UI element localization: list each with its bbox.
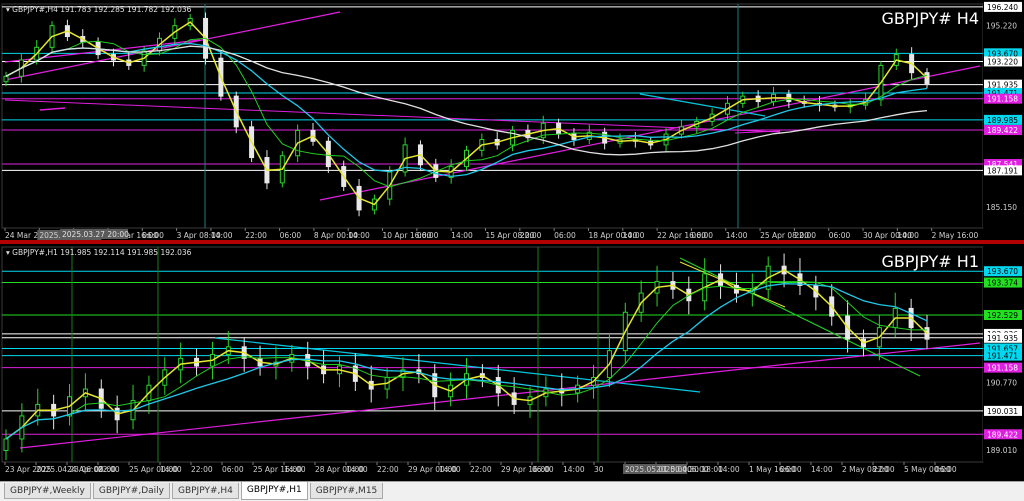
time-tick-label: 06:00: [935, 465, 957, 474]
tab-gbpjpy-daily[interactable]: GBPJPY#,Daily: [92, 483, 170, 499]
price-level-label: 190.031: [987, 407, 1018, 416]
price-level-label: 193.220: [987, 57, 1018, 66]
time-tick-label: 06:00: [142, 231, 164, 240]
price-level-label: 191.471: [987, 352, 1018, 361]
price-tick-label: 190.770: [986, 379, 1017, 388]
tab-gbpjpy-h4[interactable]: GBPJPY#,H4: [171, 483, 239, 499]
chart-window[interactable]: 196.240 195.220 193.670 193.220 191.935 191.4…: [0, 0, 1024, 481]
time-tick-label: 06:00: [780, 465, 802, 474]
chart-symbol-title: GBPJPY# H4: [881, 9, 979, 28]
time-tick-label: 22:00: [794, 231, 816, 240]
time-tick-label: 22:00: [873, 465, 895, 474]
price-tick-label: 195.220: [986, 21, 1017, 30]
price-level-label: 196.240: [987, 3, 1018, 12]
time-tick-label: 14:00: [623, 231, 645, 240]
time-tick-label: 06:00: [829, 231, 851, 240]
time-tick-label: 14:00: [284, 465, 306, 474]
time-tick-label: 14:00: [563, 465, 585, 474]
chart-header[interactable]: ▾ GBPJPY#,H4 191.783 192.285 191.782 192…: [6, 5, 192, 14]
time-tick-label: 06:00: [222, 465, 244, 474]
price-level-label: 187.191: [987, 166, 1018, 175]
time-tick-label: 22:00: [470, 465, 492, 474]
time-tick-label: 14:00: [346, 465, 368, 474]
price-level-label: 189.422: [987, 126, 1018, 135]
time-tick-label: 22:00: [520, 231, 542, 240]
time-tick-label: 14:00: [211, 231, 233, 240]
price-level-label: 193.670: [987, 267, 1018, 276]
price-level-label: 191.935: [987, 334, 1018, 343]
candle[interactable]: [3, 438, 9, 451]
price-level-label: 189.985: [987, 116, 1018, 125]
pane-separator[interactable]: [0, 240, 1024, 244]
time-tick-label: 06:00: [280, 231, 302, 240]
time-tick-label: 14:00: [451, 231, 473, 240]
time-tick-label: 22:00: [377, 465, 399, 474]
chart-symbol-title: GBPJPY# H1: [881, 252, 979, 271]
time-tick-label: 14:00: [811, 465, 833, 474]
time-tick-label: 22:00: [98, 465, 120, 474]
time-tick-label: 14:00: [897, 231, 919, 240]
time-tick-label: 06:00: [691, 231, 713, 240]
time-tick-label: 2 May 16:00: [932, 231, 979, 240]
price-level-label: 192.529: [987, 311, 1018, 320]
tab-gbpjpy-m15[interactable]: GBPJPY#,M15: [309, 483, 384, 499]
tab-gbpjpy-weekly[interactable]: GBPJPY#,Weekly: [4, 483, 91, 499]
tab-gbpjpy-h1[interactable]: GBPJPY#,H1: [240, 482, 308, 500]
candle[interactable]: [3, 75, 9, 83]
time-tick-label: 30: [594, 465, 604, 474]
time-tick-label: 06:00: [687, 465, 709, 474]
price-level-label: 191.158: [987, 364, 1018, 373]
time-tick-label: 06:00: [554, 231, 576, 240]
price-level-label: 189.422: [987, 430, 1018, 439]
crosshair-time-label: 2025.03.27 20:00: [62, 230, 129, 239]
price-level-label: 193.374: [987, 279, 1018, 288]
time-tick-label: 06:00: [532, 465, 554, 474]
price-tick-label: 189.010: [986, 446, 1017, 455]
time-tick-label: 06:00: [417, 231, 439, 240]
price-level-label: 191.158: [987, 95, 1018, 104]
price-tick-label: 185.150: [986, 203, 1017, 212]
chart-header[interactable]: ▾ GBPJPY#,H1 191.985 192.114 191.985 192…: [6, 248, 192, 257]
time-tick-label: 14:00: [726, 231, 748, 240]
time-tick-label: 14:00: [348, 231, 370, 240]
time-tick-label: 14:00: [160, 465, 182, 474]
time-tick-label: 14:00: [718, 465, 740, 474]
time-tick-label: 22:00: [245, 231, 267, 240]
time-tick-label: 22:00: [191, 465, 213, 474]
time-tick-label: 14:00: [439, 465, 461, 474]
chart-tab-bar: GBPJPY#,Weekly GBPJPY#,Daily GBPJPY#,H4 GBP…: [0, 481, 1024, 501]
